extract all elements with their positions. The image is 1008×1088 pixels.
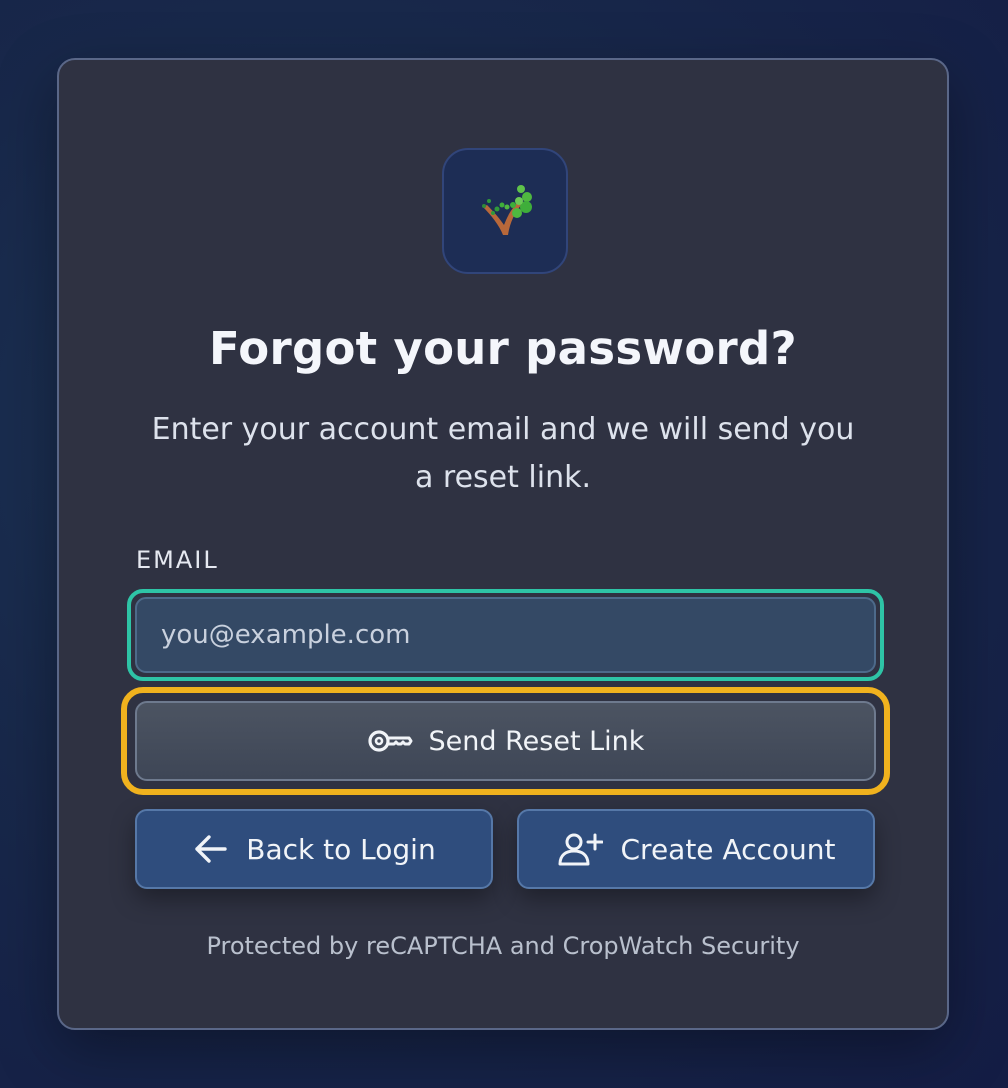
create-account-label: Create Account xyxy=(620,832,836,866)
page-subtitle: Enter your account email and we will sen… xyxy=(151,412,855,495)
back-to-login-button[interactable]: Back to Login xyxy=(135,809,493,889)
send-reset-link-label: Send Reset Link xyxy=(428,725,645,757)
email-label: EMAIL xyxy=(136,546,219,574)
tree-logo-icon xyxy=(482,185,532,235)
send-reset-link-button[interactable]: Send Reset Link xyxy=(135,701,876,781)
email-input[interactable] xyxy=(135,597,876,673)
app-logo xyxy=(442,148,568,274)
user-plus-icon xyxy=(557,832,603,866)
create-account-button[interactable]: Create Account xyxy=(517,809,875,889)
arrow-left-icon xyxy=(192,833,228,865)
page-title: Forgot your password? xyxy=(209,322,797,375)
forgot-password-card: Forgot your password? Enter your account… xyxy=(57,58,949,1030)
key-icon xyxy=(367,728,413,754)
security-footer: Protected by reCAPTCHA and CropWatch Sec… xyxy=(206,932,800,960)
back-to-login-label: Back to Login xyxy=(246,832,436,866)
